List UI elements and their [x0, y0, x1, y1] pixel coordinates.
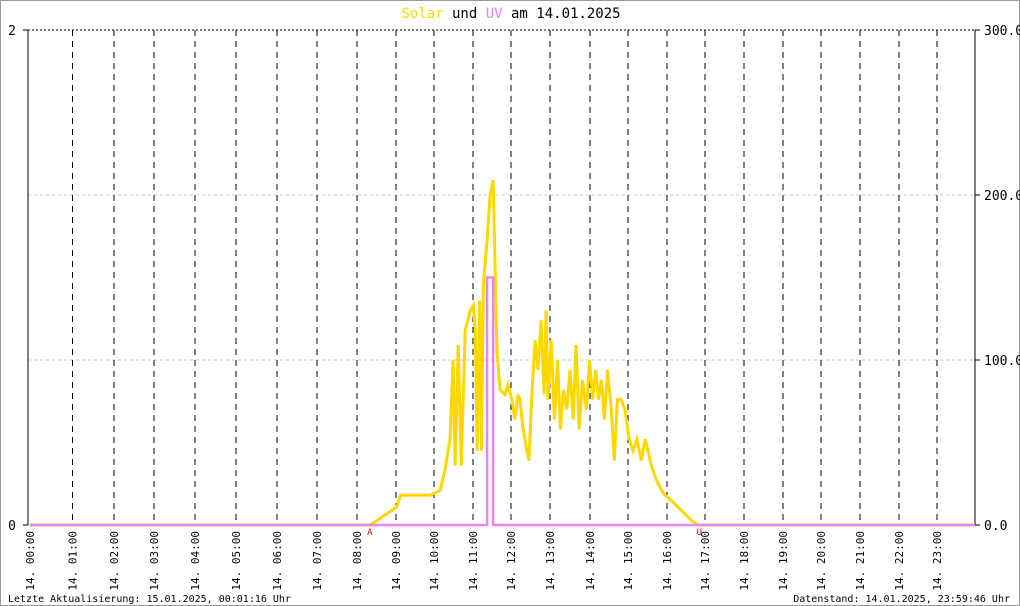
right-tick-label: 100.0 [984, 354, 1020, 369]
left-tick-label: 0 [8, 519, 16, 534]
x-tick-label: 14. 20:00 [815, 531, 828, 591]
x-tick-label: 14. 01:00 [67, 531, 80, 591]
solar-uv-chart: Solar und UV am 14.01.2025 0.0 100.0 200.0… [0, 0, 1020, 606]
x-tick-label: 14. 11:00 [467, 531, 480, 591]
x-tick-label: 14. 19:00 [777, 531, 790, 591]
x-tick-label: 14. 14:00 [584, 531, 597, 591]
last-update-text: Letzte Aktualisierung: 15.01.2025, 00:01… [8, 594, 291, 605]
x-tick-label: 14. 07:00 [311, 531, 324, 591]
frame [0, 0, 1020, 606]
x-tick-label: 14. 08:00 [351, 531, 364, 591]
x-tick-label: 14. 17:00 [699, 531, 712, 591]
data-state-text: Datenstand: 14.01.2025, 23:59:46 Uhr [793, 594, 1010, 605]
x-tick-label: 14. 12:00 [505, 531, 518, 591]
x-tick-label: 14. 21:00 [854, 531, 867, 591]
x-tick-label: 14. 02:00 [108, 531, 121, 591]
sun-marker-u: U [697, 528, 702, 538]
right-tick-label: 200.0 [984, 189, 1020, 204]
x-tick-label: 14. 10:00 [428, 531, 441, 591]
chart-image: Solar und UV am 14.01.2025 0.0 100.0 200.0… [0, 0, 1020, 606]
x-tick-label: 14. 04:00 [189, 531, 202, 591]
chart-title: Solar und UV am 14.01.2025 [401, 6, 620, 22]
right-tick-label: 0.0 [984, 519, 1007, 534]
x-tick-label: 14. 06:00 [271, 531, 284, 591]
left-tick-label: 2 [8, 24, 16, 39]
x-tick-label: 14. 23:00 [931, 531, 944, 591]
right-tick-label: 300.0 [984, 24, 1020, 39]
x-tick-label: 14. 05:00 [230, 531, 243, 591]
sun-marker-a: A [367, 528, 373, 538]
x-tick-label: 14. 03:00 [148, 531, 161, 591]
x-tick-label: 14. 15:00 [622, 531, 635, 591]
x-tick-label: 14. 22:00 [893, 531, 906, 591]
x-tick-label: 14. 18:00 [738, 531, 751, 591]
x-tick-label: 14. 00:00 [24, 531, 37, 591]
x-tick-label: 14. 16:00 [661, 531, 674, 591]
x-tick-label: 14. 09:00 [390, 531, 403, 591]
x-tick-label: 14. 13:00 [544, 531, 557, 591]
